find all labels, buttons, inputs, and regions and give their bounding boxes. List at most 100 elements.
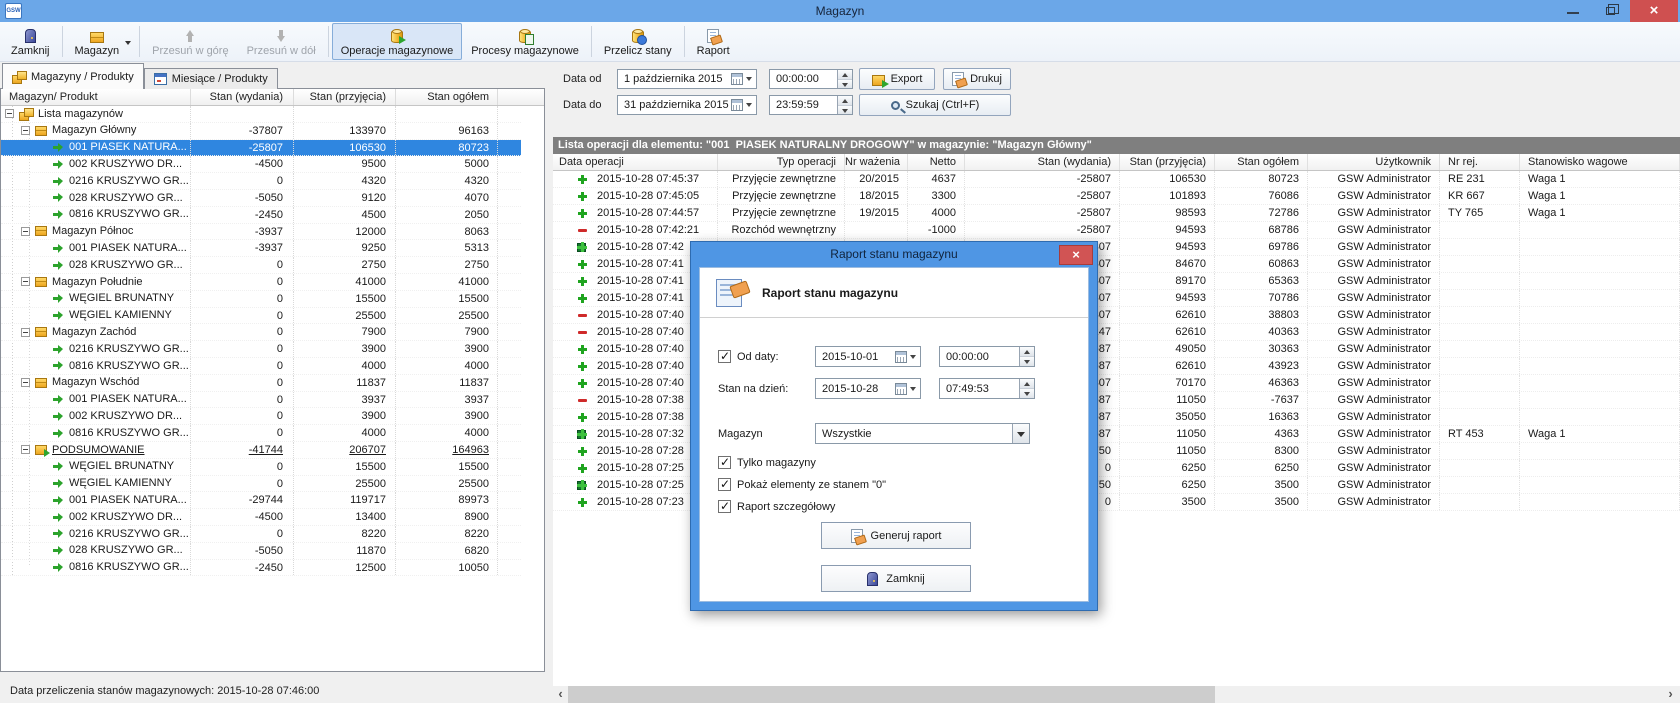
calendar-icon[interactable] — [731, 99, 743, 111]
od-daty-time-field[interactable]: 00:00:00 — [939, 346, 1035, 367]
ops-row[interactable]: 2015-10-28 07:45:05Przyjęcie zewnętrzne1… — [553, 188, 1680, 205]
time-spinner[interactable] — [1019, 379, 1034, 398]
minimize-button[interactable] — [1556, 0, 1590, 22]
tree-row[interactable]: 002 KRUSZYWO DR...-450095005000 — [1, 156, 521, 173]
ops-row[interactable]: 2015-10-28 07:45:37Przyjęcie zewnętrzne2… — [553, 171, 1680, 188]
time-spinner[interactable] — [1019, 347, 1034, 366]
dialog-close-button[interactable]: × — [1059, 245, 1093, 265]
time-od-spinner[interactable] — [837, 70, 852, 88]
tree-row[interactable]: 002 KRUSZYWO DR...039003900 — [1, 408, 521, 425]
toolbar-button-przesun-w-dol[interactable]: Przesuń w dół — [238, 23, 325, 60]
tree-row[interactable]: 0216 KRUSZYWO GR...039003900 — [1, 341, 521, 358]
spinner-down-icon[interactable] — [838, 106, 852, 115]
calendar-icon[interactable] — [731, 73, 743, 85]
tree-row[interactable]: 0816 KRUSZYWO GR...-24501250010050 — [1, 560, 521, 577]
spinner-up-icon[interactable] — [838, 96, 852, 106]
od-daty-date-field[interactable]: 2015-10-01 — [815, 346, 921, 367]
tree-row[interactable]: 002 KRUSZYWO DR...-4500134008900 — [1, 509, 521, 526]
od-daty-checkbox[interactable] — [718, 350, 731, 363]
tree-row[interactable]: WĘGIEL KAMIENNY02550025500 — [1, 476, 521, 493]
tree-expander-icon[interactable] — [21, 378, 30, 387]
tree-row[interactable]: WĘGIEL BRUNATNY01550015500 — [1, 291, 521, 308]
restore-button[interactable] — [1594, 0, 1628, 22]
ops-col-header[interactable]: Stan (przyjęcia) — [1120, 154, 1215, 170]
time-od-field[interactable]: 00:00:00 — [769, 69, 853, 89]
checkbox[interactable] — [718, 478, 731, 491]
checkbox[interactable] — [718, 500, 731, 513]
tree-expander-icon[interactable] — [21, 126, 30, 135]
toolbar-button-operacje-magazynowe[interactable]: Operacje magazynowe — [332, 23, 463, 60]
spinner-up-icon[interactable] — [1020, 347, 1034, 357]
tree-row[interactable]: PODSUMOWANIE-41744206707164963 — [1, 442, 521, 459]
toolbar-button-zamknij[interactable]: Zamknij — [2, 23, 59, 60]
time-do-field[interactable]: 23:59:59 — [769, 95, 853, 115]
ops-col-header[interactable]: Nr ważenia — [845, 154, 908, 170]
ops-col-header[interactable]: Typ operacji — [718, 154, 845, 170]
toolbar-button-przelicz-stany[interactable]: Przelicz stany — [595, 23, 681, 60]
tree-row[interactable]: 001 PIASEK NATURA...039373937 — [1, 392, 521, 409]
tree-expander-icon[interactable] — [21, 227, 30, 236]
tree-row[interactable]: 0816 KRUSZYWO GR...-245045002050 — [1, 207, 521, 224]
tree-row[interactable]: Magazyn Zachód079007900 — [1, 324, 521, 341]
tree-row[interactable]: 0816 KRUSZYWO GR...040004000 — [1, 358, 521, 375]
tree-row[interactable]: 0816 KRUSZYWO GR...040004000 — [1, 425, 521, 442]
tree-row[interactable]: Magazyn Główny-3780713397096163 — [1, 123, 521, 140]
tree-row[interactable]: Magazyn Wschód01183711837 — [1, 375, 521, 392]
window-close-button[interactable]: × — [1630, 0, 1678, 22]
export-button[interactable]: Export — [859, 68, 935, 90]
magazyn-dropdown[interactable]: Wszystkie — [815, 423, 1030, 444]
ops-col-header[interactable]: Stan ogółem — [1215, 154, 1308, 170]
data-od-field[interactable]: 1 października 2015 — [617, 69, 757, 89]
spinner-down-icon[interactable] — [1020, 389, 1034, 398]
szukaj-button[interactable]: Szukaj (Ctrl+F) — [859, 94, 1011, 116]
toolbar-button-procesy-magazynowe[interactable]: Procesy magazynowe — [462, 23, 588, 60]
ops-col-header[interactable]: Data operacji — [553, 154, 718, 170]
panel-splitter[interactable] — [545, 62, 553, 703]
tab-miesi-ce-produkty[interactable]: Miesiące / Produkty — [144, 68, 278, 89]
ops-row[interactable]: 2015-10-28 07:42:21Rozchód wewnętrzny-10… — [553, 222, 1680, 239]
tree-row[interactable]: Magazyn Północ-3937120008063 — [1, 224, 521, 241]
tree-expander-icon[interactable] — [5, 109, 14, 118]
ops-row[interactable]: 2015-10-28 07:44:57Przyjęcie zewnętrzne1… — [553, 205, 1680, 222]
chevron-down-icon[interactable] — [910, 387, 916, 391]
toolbar-button-raport[interactable]: Raport — [688, 23, 739, 60]
chevron-down-icon[interactable] — [746, 77, 752, 81]
data-do-field[interactable]: 31 października 2015 — [617, 95, 757, 115]
ops-col-header[interactable]: Netto — [908, 154, 965, 170]
spinner-down-icon[interactable] — [1020, 357, 1034, 366]
tree-row[interactable]: 028 KRUSZYWO GR...-505091204070 — [1, 190, 521, 207]
tree-row[interactable]: Lista magazynów — [1, 106, 521, 123]
tree-expander-icon[interactable] — [21, 277, 30, 286]
tree-expander-icon[interactable] — [21, 445, 30, 454]
tree-col-header[interactable]: Magazyn/ Produkt — [1, 89, 191, 105]
tree-col-header[interactable]: Stan (wydania) — [191, 89, 294, 105]
tree-row[interactable]: Magazyn Południe04100041000 — [1, 274, 521, 291]
chevron-down-icon[interactable] — [910, 355, 916, 359]
toolbar-button-magazyn[interactable]: Magazyn — [66, 23, 137, 60]
chevron-down-icon[interactable] — [746, 103, 752, 107]
tree-row[interactable]: 001 PIASEK NATURA...-2580710653080723 — [1, 140, 521, 157]
ops-col-header[interactable]: Stan (wydania) — [965, 154, 1120, 170]
tree-row[interactable]: 028 KRUSZYWO GR...-5050118706820 — [1, 543, 521, 560]
ops-col-header[interactable]: Użytkownik — [1308, 154, 1440, 170]
generuj-raport-button[interactable]: Generuj raport — [821, 522, 971, 549]
toolbar-button-przesun-w-gore[interactable]: Przesuń w górę — [143, 23, 237, 60]
chevron-down-icon[interactable] — [125, 41, 131, 45]
tree-row[interactable]: WĘGIEL KAMIENNY02550025500 — [1, 308, 521, 325]
tree-col-header[interactable]: Stan ogółem — [396, 89, 498, 105]
tab-magazyny-produkty[interactable]: Magazyny / Produkty — [2, 63, 144, 89]
ops-col-header[interactable]: Nr rej. — [1440, 154, 1520, 170]
time-do-spinner[interactable] — [837, 96, 852, 114]
stan-time-field[interactable]: 07:49:53 — [939, 378, 1035, 399]
dialog-zamknij-button[interactable]: Zamknij — [821, 565, 971, 592]
ops-col-header[interactable]: Stanowisko wagowe — [1520, 154, 1680, 170]
scroll-right-icon[interactable]: › — [1663, 686, 1678, 703]
spinner-down-icon[interactable] — [838, 80, 852, 89]
tree-row[interactable]: WĘGIEL BRUNATNY01550015500 — [1, 459, 521, 476]
spinner-up-icon[interactable] — [838, 70, 852, 80]
tree-row[interactable]: 001 PIASEK NATURA...-2974411971789973 — [1, 492, 521, 509]
tree-row[interactable]: 0216 KRUSZYWO GR...043204320 — [1, 173, 521, 190]
tree-col-header[interactable]: Stan (przyjęcia) — [294, 89, 396, 105]
drukuj-button[interactable]: Drukuj — [943, 68, 1011, 90]
tree-expander-icon[interactable] — [21, 328, 30, 337]
